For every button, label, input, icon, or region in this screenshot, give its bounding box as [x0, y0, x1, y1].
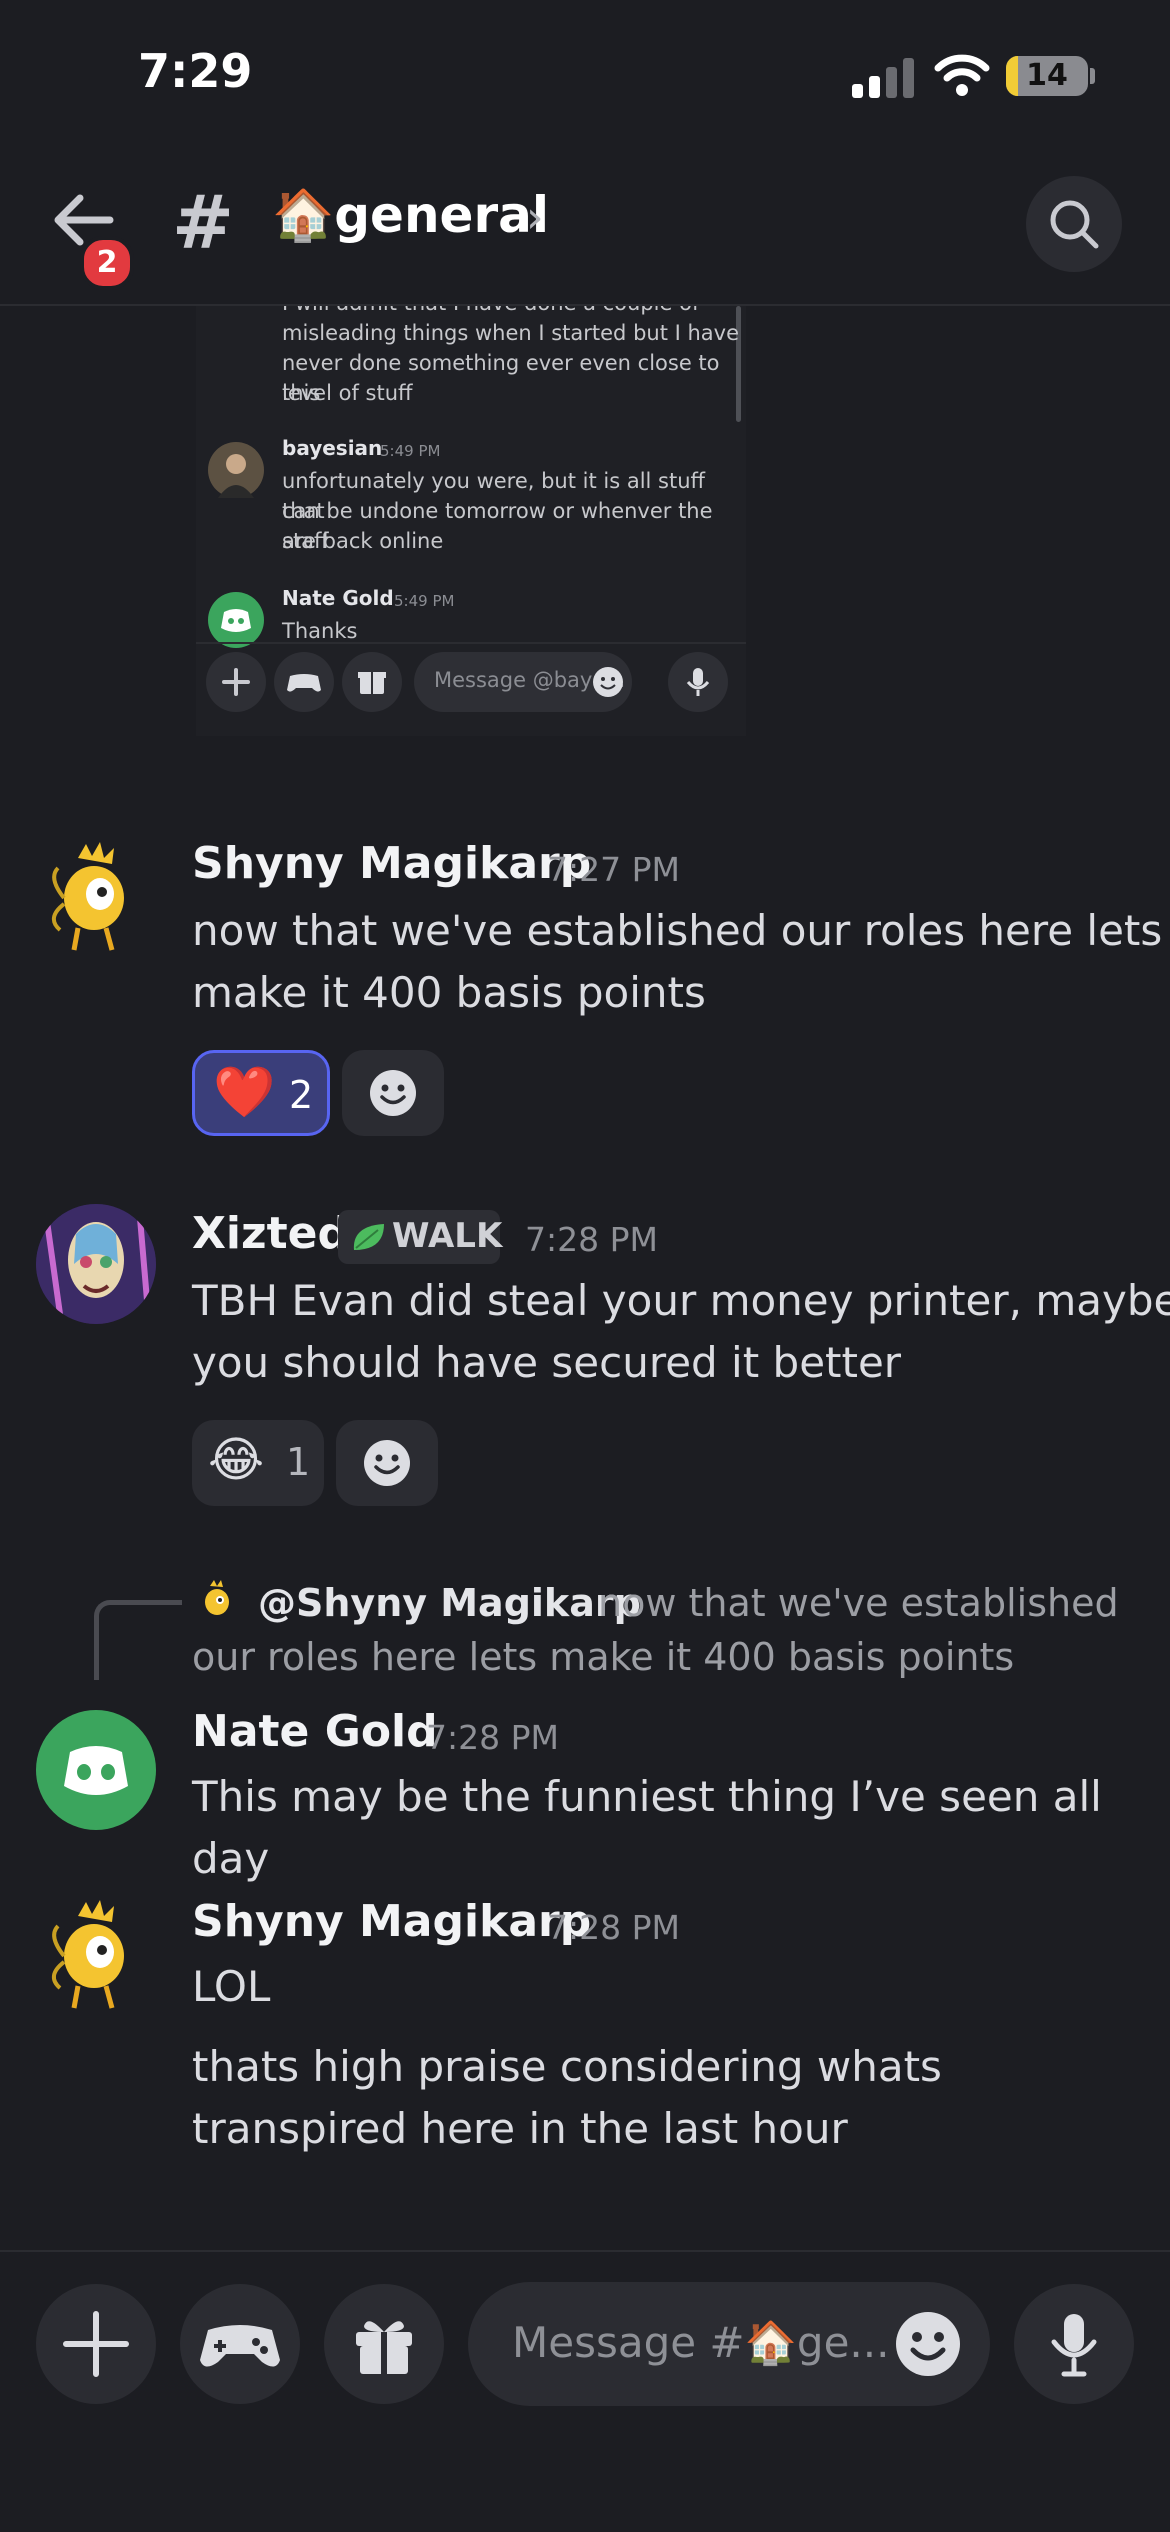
- attachment-line: I will admit that I have done a couple o…: [282, 306, 699, 318]
- message-line: you should have secured it better: [192, 1338, 902, 1387]
- add-reaction-icon: [370, 1070, 416, 1116]
- message-input-placeholder: Message #🏠ge...: [512, 2318, 890, 2367]
- attachment-time: 5:49 PM: [380, 442, 441, 460]
- channel-title[interactable]: 🏠general: [272, 186, 549, 245]
- message-line: make it 400 basis points: [192, 968, 706, 1017]
- reaction-emoji: ❤️: [213, 1063, 276, 1121]
- avatar[interactable]: [36, 1204, 156, 1324]
- battery-percent: 14: [1026, 58, 1068, 93]
- attachment-emoji-icon: [593, 667, 623, 697]
- cellular-signal-icon: [852, 58, 914, 98]
- message-line: TBH Evan did steal your money printer, m…: [192, 1276, 1170, 1325]
- attachment-avatar: [208, 442, 264, 498]
- reaction-button[interactable]: ❤️ 2: [192, 1050, 330, 1136]
- reply-connector: [94, 1600, 182, 1680]
- attachment-line: are back online: [282, 529, 444, 553]
- add-reaction-icon: [364, 1440, 410, 1486]
- message-author[interactable]: Nate Gold: [192, 1706, 438, 1757]
- attachment-plus-icon: [206, 652, 266, 712]
- reaction-button[interactable]: 😂 1: [192, 1420, 324, 1506]
- attachment-gift-icon: [342, 652, 402, 712]
- composer-divider: [0, 2250, 1170, 2252]
- image-attachment[interactable]: I will admit that I have done a couple o…: [196, 306, 746, 736]
- status-time: 7:29: [138, 44, 253, 98]
- message-line: now that we've established our roles her…: [192, 906, 1163, 955]
- xizted-avatar-icon: [36, 1204, 156, 1324]
- gift-icon: [356, 2321, 412, 2374]
- attachment-author: Nate Gold: [282, 586, 394, 610]
- avatar[interactable]: [34, 838, 154, 958]
- message-timestamp: 7:28 PM: [525, 1220, 658, 1259]
- wifi-icon: [934, 54, 990, 96]
- reply-avatar-icon: [205, 1580, 229, 1615]
- attachment-time: 5:49 PM: [394, 592, 455, 610]
- magikarp-avatar-icon: [52, 1900, 124, 2009]
- reply-preview[interactable]: our roles here lets make it 400 basis po…: [192, 1630, 1014, 1684]
- add-reaction-button[interactable]: [336, 1420, 438, 1506]
- search-icon: [1050, 200, 1099, 249]
- microphone-icon: [1051, 2314, 1097, 2377]
- message-line: thats high praise considering whats: [192, 2042, 942, 2091]
- attach-button[interactable]: [36, 2284, 156, 2404]
- activities-button[interactable]: [180, 2284, 300, 2404]
- reaction-emoji: 😂: [208, 1432, 265, 1488]
- attachment-author: bayesian: [282, 436, 383, 460]
- magikarp-avatar-icon: [52, 842, 124, 951]
- chevron-right-icon[interactable]: ›: [526, 192, 544, 243]
- voice-message-button[interactable]: [1014, 2284, 1134, 2404]
- unread-badge: 2: [80, 236, 134, 290]
- channel-hash-icon: #: [172, 180, 235, 266]
- add-reaction-button[interactable]: [342, 1050, 444, 1136]
- search-button[interactable]: [1026, 176, 1122, 272]
- gamepad-icon: [200, 2325, 280, 2367]
- discord-logo-icon: [64, 1746, 128, 1795]
- server-tag-label: WALK: [392, 1216, 503, 1256]
- message-timestamp: 7:28 PM: [426, 1718, 559, 1757]
- attachment-divider: [196, 642, 746, 644]
- message-author[interactable]: Shyny Magikarp: [192, 838, 591, 889]
- avatar[interactable]: [36, 1710, 156, 1830]
- message-author[interactable]: Xizted: [192, 1208, 349, 1259]
- battery-nub: [1090, 68, 1095, 84]
- message-timestamp: 7:28 PM: [547, 1908, 680, 1947]
- message-line: LOL: [192, 1962, 271, 2011]
- reaction-count: 2: [289, 1073, 314, 1117]
- attachment-gamepad-icon: [274, 652, 334, 712]
- leaf-icon: [353, 1224, 384, 1250]
- message-author[interactable]: Shyny Magikarp: [192, 1896, 591, 1947]
- reaction-count: 1: [286, 1440, 311, 1484]
- message-line: transpired here in the last hour: [192, 2104, 848, 2153]
- attachment-message-input: Message @baye...: [414, 652, 632, 712]
- avatar[interactable]: [34, 1896, 154, 2016]
- attachment-mic-icon: [668, 652, 728, 712]
- discord-logo-icon: [208, 592, 264, 648]
- emoji-icon[interactable]: [894, 2310, 962, 2378]
- gift-button[interactable]: [324, 2284, 444, 2404]
- message-line: This may be the funniest thing I’ve seen…: [192, 1772, 1102, 1883]
- reply-preview[interactable]: now that we've established: [598, 1576, 1119, 1630]
- reply-mention[interactable]: @Shyny Magikarp: [258, 1576, 641, 1630]
- plus-icon: [63, 2311, 129, 2377]
- attachment-line: misleading things when I started but I h…: [282, 321, 740, 345]
- message-timestamp: 7:27 PM: [547, 850, 680, 889]
- attachment-line: level of stuff: [282, 381, 413, 405]
